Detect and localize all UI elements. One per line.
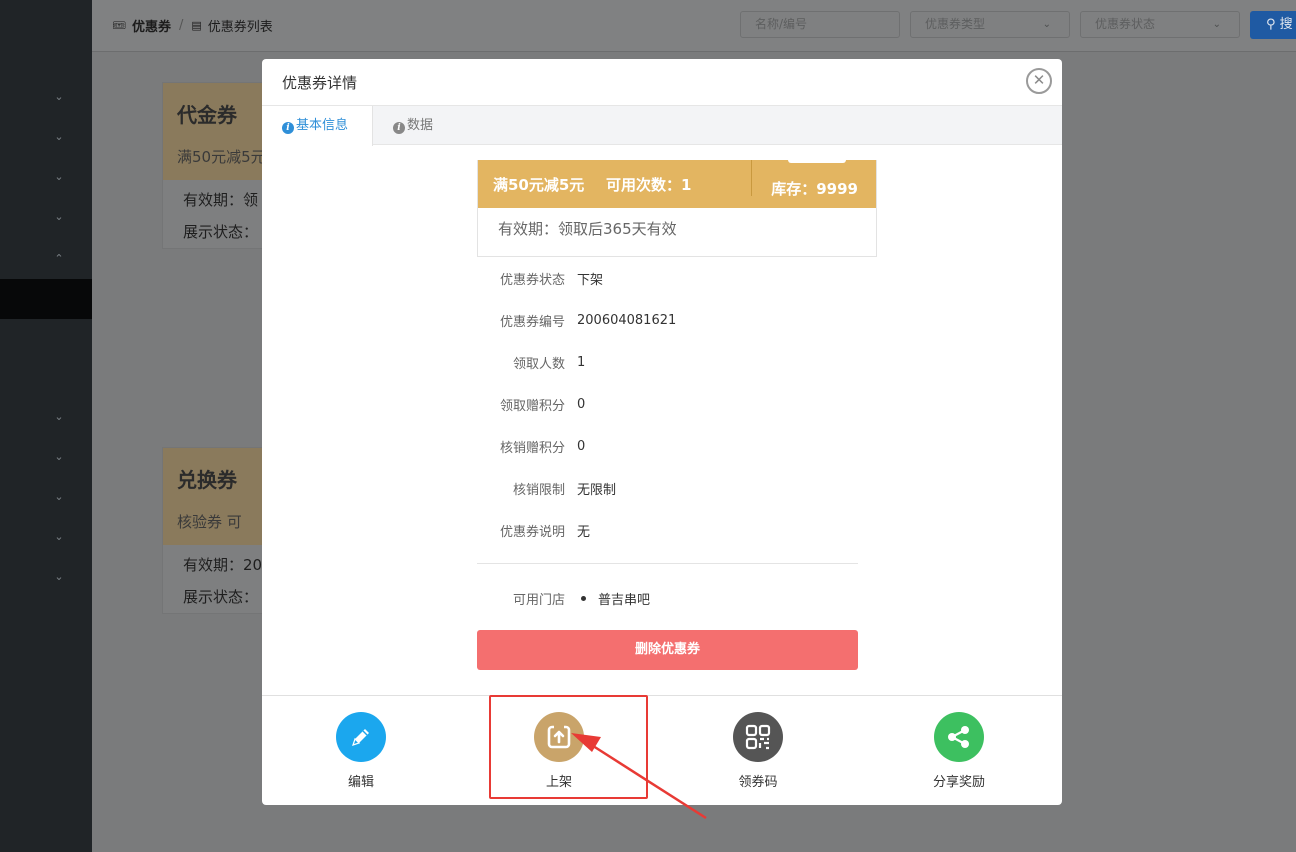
chevron-down-icon[interactable]: ⌄: [52, 530, 66, 544]
coupon-card-title: 兑换券: [177, 468, 237, 492]
detail-label: 核销赠积分: [499, 440, 565, 456]
detail-row: 优惠券状态 下架: [477, 257, 858, 299]
detail-label: 领取赠积分: [499, 398, 565, 414]
detail-label: 优惠券编号: [499, 314, 565, 330]
search-input-placeholder: 名称/编号: [755, 17, 808, 31]
dialog-title: 优惠券详情: [282, 74, 358, 92]
coupon-type-select[interactable]: 优惠券类型 ⌄: [910, 11, 1070, 38]
stores-label: 可用门店: [512, 592, 565, 608]
highlight-box: [489, 695, 648, 799]
tab-basic-info[interactable]: i 基本信息: [262, 106, 373, 146]
coupon-type-placeholder: 优惠券类型: [925, 17, 986, 31]
coupon-divider: [751, 160, 752, 196]
detail-row: 核销赠积分 0: [477, 425, 858, 467]
divider: [477, 563, 858, 564]
detail-label: 领取人数: [512, 356, 565, 372]
chevron-down-icon: ⌄: [1042, 19, 1051, 30]
detail-row: 优惠券编号 200604081621: [477, 299, 858, 341]
coupon-card-subtitle: 核验券 可: [177, 513, 242, 531]
coupon-detail-dialog: 优惠券详情 ✕ i 基本信息 i 数据 满50元减5元 可用次数：1 库存：9999…: [262, 59, 1062, 805]
detail-value: 下架: [577, 272, 604, 288]
chevron-down-icon[interactable]: ⌄: [52, 570, 66, 584]
chevron-down-icon[interactable]: ⌄: [52, 130, 66, 144]
breadcrumb-separator: /: [178, 18, 184, 33]
coupon-uses: 可用次数：1: [606, 176, 692, 194]
chevron-down-icon[interactable]: ⌄: [52, 450, 66, 464]
detail-row: 优惠券说明无: [477, 509, 858, 551]
detail-label: 核销限制: [512, 482, 565, 498]
edit-button[interactable]: 编辑: [301, 712, 421, 790]
detail-row: 领取赠积分 0: [477, 383, 858, 425]
detail-row: 核销限制 无限制: [477, 467, 858, 509]
delete-coupon-button[interactable]: 删除优惠券: [477, 630, 858, 670]
search-button-label: 搜: [1279, 17, 1293, 32]
tab-label: 数据: [407, 118, 434, 133]
info-icon: i: [393, 122, 405, 134]
top-bar: 🎟 优惠券 / ▤ 优惠券列表 名称/编号 优惠券类型 ⌄ 优惠券状态 ⌄ ⚲ …: [92, 0, 1296, 52]
claim-code-button[interactable]: 领券码: [698, 712, 818, 790]
detail-value: 无: [577, 524, 591, 540]
tab-data[interactable]: i 数据: [373, 106, 453, 145]
coupon-validity: 有效期：领取后365天有效: [498, 220, 677, 238]
action-bar: 编辑 上架 领券码 分享奖励: [262, 695, 1062, 805]
info-icon: i: [282, 122, 294, 134]
coupon-condition: 满50元减5元: [493, 176, 585, 194]
coupon-preview-head: 满50元减5元 可用次数：1 库存：9999: [478, 160, 876, 208]
chevron-up-icon[interactable]: ⌃: [52, 252, 66, 266]
search-icon: ⚲: [1266, 17, 1276, 32]
chevron-down-icon[interactable]: ⌄: [52, 170, 66, 184]
breadcrumb-root[interactable]: 优惠券: [132, 16, 171, 35]
edit-button-label: 编辑: [347, 775, 374, 790]
sidebar: ⌄ ⌄ ⌄ ⌄ ⌃ ⌄ ⌄ ⌄ ⌄ ⌄: [0, 0, 92, 852]
detail-value: 0: [577, 438, 586, 454]
store-name: 普吉串吧: [598, 592, 651, 608]
coupon-card-title: 代金券: [177, 103, 237, 127]
tab-label: 基本信息: [296, 118, 349, 133]
search-input[interactable]: 名称/编号: [740, 11, 900, 38]
chevron-down-icon[interactable]: ⌄: [52, 90, 66, 104]
coupon-details: 优惠券状态 下架 优惠券编号 200604081621 领取人数 1 领取赠积分 0 核…: [477, 257, 858, 551]
detail-value: 200604081621: [577, 312, 677, 328]
chevron-down-icon[interactable]: ⌄: [52, 490, 66, 504]
share-icon: [934, 712, 984, 762]
qr-code-icon: [733, 712, 783, 762]
coupon-status-select[interactable]: 优惠券状态 ⌄: [1080, 11, 1240, 38]
coupon-notch: [788, 160, 846, 163]
detail-label: 优惠券说明: [499, 524, 565, 540]
sidebar-item-active[interactable]: [0, 279, 92, 319]
claim-code-button-label: 领券码: [738, 775, 778, 790]
list-icon: ▤: [191, 19, 202, 32]
dialog-tabs: i 基本信息 i 数据: [262, 105, 1062, 146]
breadcrumb: 🎟 优惠券 / ▤ 优惠券列表: [112, 16, 273, 35]
pencil-icon: [336, 712, 386, 762]
coupon-preview: 满50元减5元 可用次数：1 库存：9999 有效期：领取后365天有效: [477, 160, 877, 257]
breadcrumb-current: 优惠券列表: [207, 20, 273, 35]
detail-value: 1: [577, 354, 586, 370]
share-reward-button-label: 分享奖励: [932, 775, 985, 790]
bullet-icon: [581, 595, 586, 601]
search-button[interactable]: ⚲ 搜: [1250, 11, 1296, 39]
coupon-card-subtitle: 满50元减5元: [177, 148, 266, 166]
detail-row: 领取人数 1: [477, 341, 858, 383]
detail-label: 优惠券状态: [499, 272, 565, 288]
close-icon[interactable]: ✕: [1026, 68, 1052, 94]
chevron-down-icon[interactable]: ⌄: [52, 410, 66, 424]
ticket-icon: 🎟: [112, 19, 126, 32]
detail-value: 无限制: [577, 482, 617, 498]
share-reward-button[interactable]: 分享奖励: [899, 712, 1019, 790]
store-row: 可用门店 普吉串吧: [477, 587, 650, 609]
coupon-stock: 库存：9999: [771, 180, 858, 198]
coupon-status-placeholder: 优惠券状态: [1095, 17, 1156, 31]
detail-value: 0: [577, 396, 586, 412]
chevron-down-icon: ⌄: [1212, 19, 1221, 30]
chevron-down-icon[interactable]: ⌄: [52, 210, 66, 224]
